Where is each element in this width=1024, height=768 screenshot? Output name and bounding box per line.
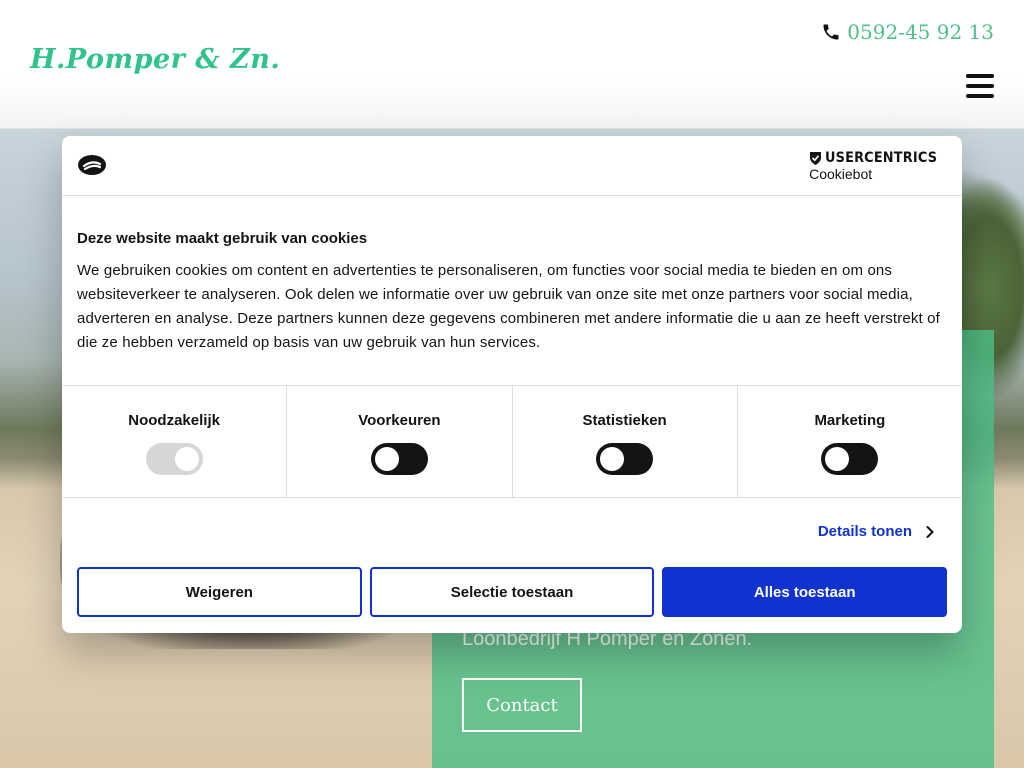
cookiebot-name: Cookiebot	[809, 166, 873, 182]
phone-number: 0592-45 92 13	[847, 20, 994, 44]
chevron-right-icon	[926, 525, 934, 538]
necessary-switch	[145, 443, 203, 475]
details-toggle-link[interactable]: Details tonen	[818, 523, 934, 540]
phone-icon	[823, 24, 839, 40]
menu-bar	[966, 74, 994, 78]
menu-bar	[966, 84, 994, 88]
deny-button[interactable]: Weigeren	[77, 567, 362, 617]
cookie-dialog-buttons: Weigeren Selectie toestaan Alles toestaa…	[77, 567, 948, 617]
cookie-consent-dialog: USERCENTRICS Cookiebot Deze website maak…	[62, 136, 962, 633]
contact-button[interactable]: Contact	[462, 678, 582, 732]
usercentrics-brand[interactable]: USERCENTRICS Cookiebot	[809, 150, 947, 182]
cookie-dialog-body: Deze website maakt gebruik van cookies W…	[62, 196, 962, 385]
preferences-switch[interactable]	[370, 443, 428, 475]
allow-selection-button[interactable]: Selectie toestaan	[369, 567, 655, 617]
toggle-label: Voorkeuren	[358, 412, 441, 429]
cookie-dialog-title: Deze website maakt gebruik van cookies	[77, 230, 368, 247]
toggle-statistics: Statistieken	[513, 386, 738, 497]
usercentrics-name: USERCENTRICS	[825, 150, 938, 166]
cookie-dialog-header: USERCENTRICS Cookiebot	[62, 136, 962, 196]
phone-link[interactable]: 0592-45 92 13	[821, 20, 994, 44]
site-header: H.Pomper & Zn. 0592-45 92 13	[0, 0, 1024, 129]
statistics-switch[interactable]	[596, 443, 654, 475]
cookiebot-logo-icon	[78, 155, 106, 175]
toggle-preferences: Voorkeuren	[287, 386, 513, 497]
toggle-necessary: Noodzakelijk	[62, 386, 288, 497]
site-logo[interactable]: H.Pomper & Zn.	[30, 44, 280, 75]
menu-bar	[966, 94, 994, 98]
allow-all-button[interactable]: Alles toestaan	[662, 567, 948, 617]
details-label: Details tonen	[817, 523, 912, 540]
toggle-label: Statistieken	[582, 412, 667, 429]
toggle-marketing: Marketing	[738, 386, 962, 497]
cookie-category-toggles: Noodzakelijk Voorkeuren Statistieken Mar…	[62, 385, 962, 498]
shield-check-icon	[810, 151, 822, 165]
cookie-dialog-text: We gebruiken cookies om content en adver…	[77, 262, 940, 351]
marketing-switch[interactable]	[821, 443, 879, 475]
toggle-label: Noodzakelijk	[128, 412, 220, 429]
hamburger-menu-icon[interactable]	[966, 74, 994, 100]
toggle-label: Marketing	[814, 412, 886, 429]
